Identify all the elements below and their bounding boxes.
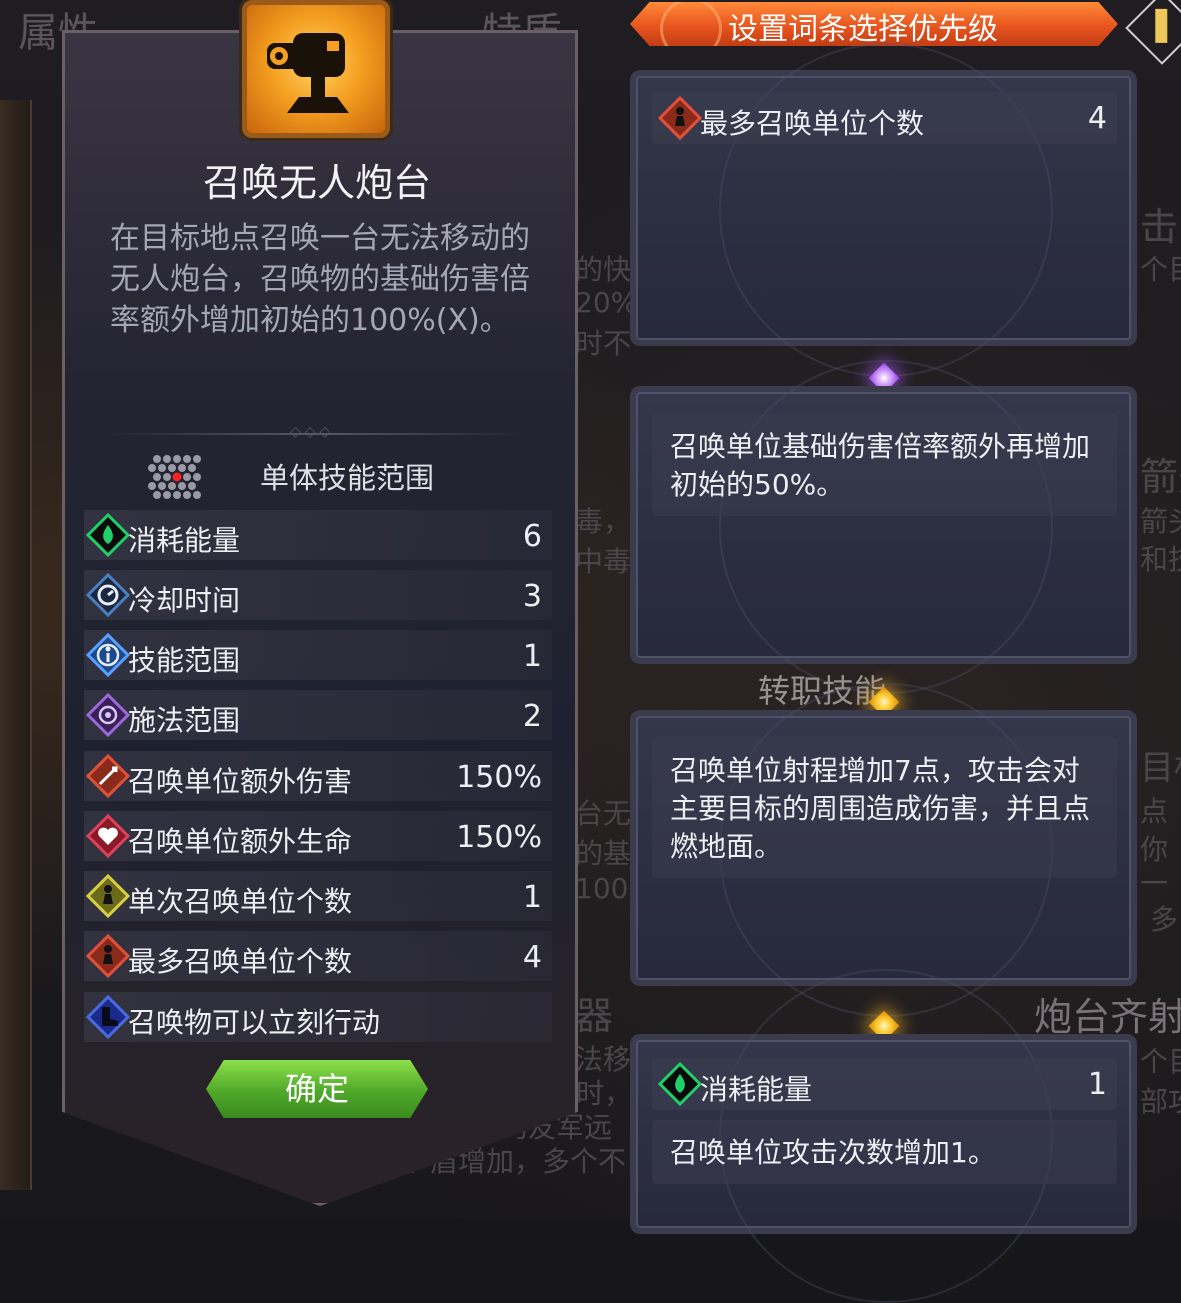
bg-text: 器	[575, 994, 614, 1038]
priority-header-label: 设置词条选择优先级	[728, 12, 998, 47]
option-stat-value: 4	[1087, 101, 1107, 136]
energy-icon	[86, 513, 130, 557]
divider-ornament: ◇◇◇	[290, 424, 335, 440]
stat-row-cooldown: 冷却时间 3	[84, 570, 552, 620]
bg-text: 台无	[575, 797, 632, 830]
bg-text: 时不	[575, 327, 632, 360]
stat-row-cast-range: 施法范围 2	[84, 690, 552, 740]
option-card[interactable]: 消耗能量 1 召唤单位攻击次数增加1。	[630, 969, 1137, 1303]
bg-text: 点	[1140, 795, 1169, 828]
option-description: 召唤单位基础伤害倍率额外再增加初始的50%。	[652, 414, 1117, 516]
bg-text: 多	[1150, 903, 1179, 936]
stat-value: 3	[522, 579, 542, 614]
stat-row-summon-damage: 召唤单位额外伤害 150%	[84, 751, 552, 801]
turret-skill-icon	[242, 0, 390, 138]
stat-label: 消耗能量	[128, 524, 241, 557]
summon-max-icon	[658, 96, 702, 140]
bg-text: 20%	[575, 286, 638, 319]
bg-text: 个目	[1140, 253, 1181, 286]
summon-health-icon	[86, 814, 130, 858]
range-type-label: 单体技能范围	[260, 461, 435, 495]
skill-range-icon	[86, 633, 130, 677]
bg-text: 目标	[1140, 748, 1181, 788]
stat-value: 4	[522, 940, 542, 975]
option-card[interactable]: 召唤单位基础伤害倍率额外再增加初始的50%。	[630, 360, 1137, 694]
cooldown-icon	[86, 573, 130, 617]
option-stat-row: 最多召唤单位个数 4	[652, 92, 1117, 144]
bg-text: 和技	[1140, 543, 1181, 576]
option-card[interactable]: 召唤单位射程增加7点，攻击会对主要目标的周围造成伤害，并且点燃地面。	[630, 683, 1137, 1017]
option-description: 召唤单位攻击次数增加1。	[652, 1120, 1117, 1184]
bg-text: 毒，	[575, 505, 632, 538]
stat-row-summon-max: 最多召唤单位个数 4	[84, 931, 552, 981]
stat-label: 冷却时间	[128, 584, 241, 617]
stat-value: 150%	[456, 760, 542, 795]
bg-text: 的基	[575, 837, 632, 870]
option-stat-label: 最多召唤单位个数	[700, 107, 925, 140]
bg-text: 100	[575, 872, 629, 905]
option-card[interactable]: 最多召唤单位个数 4	[630, 43, 1137, 377]
bg-text: 一	[1140, 867, 1169, 900]
stat-row-summon-health: 召唤单位额外生命 150%	[84, 811, 552, 861]
stat-row-skill-range: 技能范围 1	[84, 630, 552, 680]
range-grid-icon	[148, 455, 201, 499]
menu-bar-icon	[1155, 8, 1168, 43]
bg-text: 击	[1140, 205, 1179, 249]
card-rune-circle	[718, 360, 1053, 694]
energy-icon	[658, 1062, 702, 1106]
bg-text: 中毒	[575, 545, 632, 578]
confirm-button[interactable]: 确定	[206, 1060, 428, 1118]
stat-value: 150%	[456, 820, 542, 855]
stat-label: 召唤单位额外生命	[128, 825, 353, 858]
stat-label: 施法范围	[128, 704, 241, 737]
stat-label: 单次召唤单位个数	[128, 885, 353, 918]
section-label: 转职技能	[758, 672, 887, 710]
option-stat-row: 消耗能量 1	[652, 1058, 1117, 1110]
bg-text: 的快	[575, 253, 632, 286]
boot-icon	[86, 995, 130, 1039]
stat-value: 2	[522, 699, 542, 734]
bg-text: 炮台齐射	[1034, 995, 1181, 1039]
summon-single-icon	[86, 874, 130, 918]
stat-label: 召唤物可以立刻行动	[128, 1006, 381, 1039]
stat-row-energy: 消耗能量 6	[84, 510, 552, 560]
stat-row-summon-single: 单次召唤单位个数 1	[84, 871, 552, 921]
bg-text: 箭矢	[1140, 455, 1181, 499]
summon-max-icon	[86, 934, 130, 978]
option-stat-label: 消耗能量	[700, 1073, 813, 1106]
option-stat-value: 1	[1087, 1067, 1107, 1102]
left-character-panel	[0, 100, 32, 1190]
stat-value: 6	[522, 519, 542, 554]
set-priority-button[interactable]: 设置词条选择优先级	[630, 2, 1118, 46]
skill-title: 召唤无人炮台	[202, 161, 431, 205]
option-description: 召唤单位射程增加7点，攻击会对主要目标的周围造成伤害，并且点燃地面。	[652, 738, 1117, 878]
bg-text: 箭头	[1140, 505, 1181, 538]
stat-value: 1	[522, 880, 542, 915]
stat-label: 最多召唤单位个数	[128, 945, 353, 978]
bg-text: 部攻	[1140, 1085, 1181, 1118]
summon-damage-icon	[86, 754, 130, 798]
stat-value: 1	[522, 639, 542, 674]
cast-range-icon	[86, 693, 130, 737]
stat-row-act-immediately: 召唤物可以立刻行动	[84, 992, 552, 1042]
stat-label: 召唤单位额外伤害	[128, 765, 353, 798]
stat-label: 技能范围	[128, 644, 241, 677]
bg-text: 个目	[1140, 1045, 1181, 1078]
skill-description: 在目标地点召唤一台无法移动的无人炮台，召唤物的基础伤害倍率额外增加初始的100%…	[110, 221, 530, 338]
